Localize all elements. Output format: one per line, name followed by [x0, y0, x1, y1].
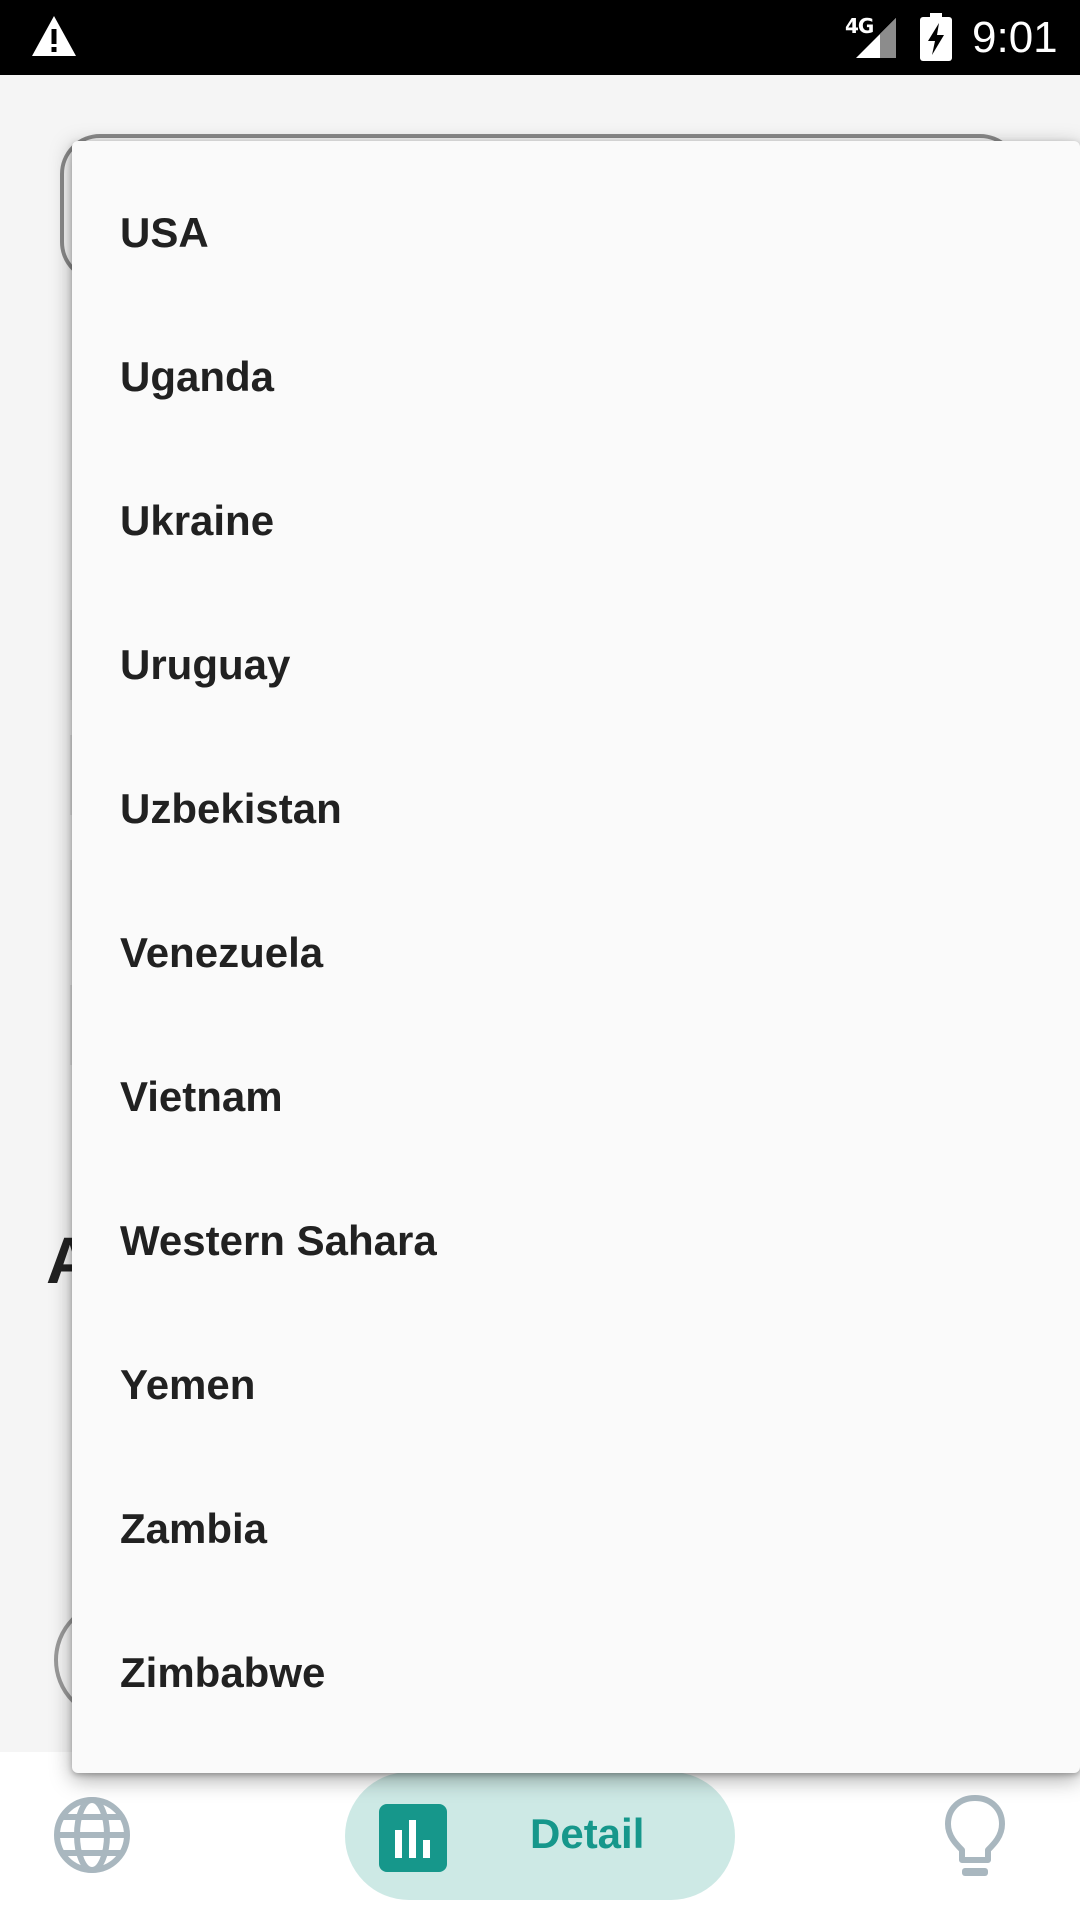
bar-chart-icon	[379, 1804, 447, 1872]
dropdown-item-uzbekistan[interactable]: Uzbekistan	[72, 737, 1080, 881]
nav-item-label: Detail	[530, 1810, 645, 1857]
status-bar: 4G 9:01	[0, 0, 1080, 75]
lightbulb-icon[interactable]	[944, 1794, 1006, 1880]
nav-item-detail[interactable]: Detail	[345, 1772, 735, 1900]
dropdown-item-western-sahara[interactable]: Western Sahara	[72, 1169, 1080, 1313]
dropdown-item-zimbabwe[interactable]: Zimbabwe	[72, 1601, 1080, 1745]
dropdown-item-zambia[interactable]: Zambia	[72, 1457, 1080, 1601]
signal-icon	[856, 18, 896, 58]
dropdown-item-usa[interactable]: USA	[72, 161, 1080, 305]
dropdown-item-uganda[interactable]: Uganda	[72, 305, 1080, 449]
dropdown-item-ukraine[interactable]: Ukraine	[72, 449, 1080, 593]
dropdown-item-yemen[interactable]: Yemen	[72, 1313, 1080, 1457]
dropdown-item-uruguay[interactable]: Uruguay	[72, 593, 1080, 737]
globe-icon[interactable]	[52, 1795, 132, 1875]
clock: 9:01	[972, 13, 1058, 62]
dropdown-item-vietnam[interactable]: Vietnam	[72, 1025, 1080, 1169]
warning-icon	[32, 16, 76, 56]
dropdown-item-venezuela[interactable]: Venezuela	[72, 881, 1080, 1025]
country-dropdown-list: USA Uganda Ukraine Uruguay Uzbekistan Ve…	[72, 141, 1080, 1773]
battery-charging-icon	[920, 13, 952, 61]
bottom-navigation: Detail	[0, 1752, 1080, 1920]
